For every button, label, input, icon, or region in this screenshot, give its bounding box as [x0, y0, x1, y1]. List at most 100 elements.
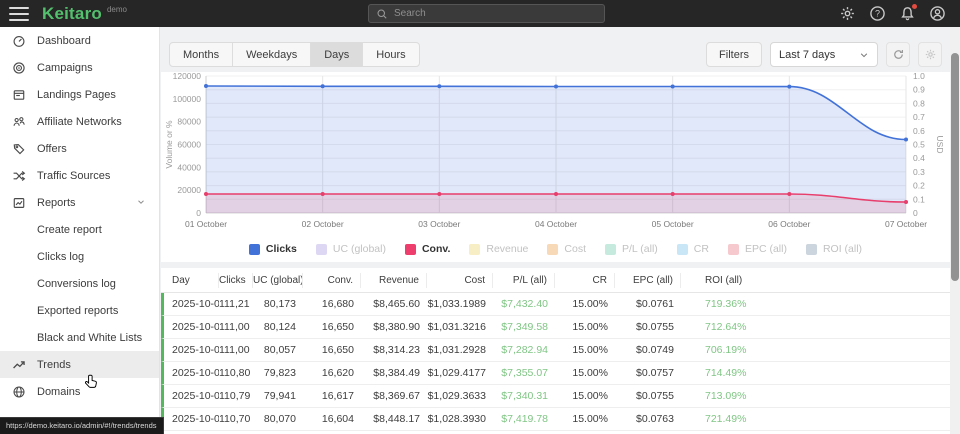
column-header-p-l-all-[interactable]: P/L (all) — [493, 273, 555, 288]
sidebar-item-trends[interactable]: Trends — [0, 351, 159, 378]
trends-table-card: DayClicksUC (global)Conv.RevenueCostP/L … — [161, 268, 950, 434]
filters-button[interactable]: Filters — [706, 42, 762, 67]
cell-day: 2025-10-04 — [164, 367, 219, 379]
sidebar-item-offers[interactable]: Offers — [0, 135, 159, 162]
cell-conv-: 16,604 — [303, 413, 361, 425]
legend-swatch — [249, 244, 260, 255]
help-button[interactable]: ? — [869, 5, 886, 22]
column-header-epc-all-[interactable]: EPC (all) — [615, 273, 681, 288]
cell-cr: 15.00% — [555, 390, 615, 402]
sidebar-item-domains[interactable]: Domains — [0, 378, 159, 405]
page-scrollbar[interactable] — [950, 27, 960, 434]
legend-item-clicks[interactable]: Clicks — [249, 243, 297, 255]
legend-swatch — [405, 244, 416, 255]
column-header-clicks[interactable]: Clicks — [219, 273, 253, 288]
chevron-down-icon — [136, 197, 146, 207]
svg-text:0.2: 0.2 — [913, 181, 925, 191]
app-window: Keitaro demo ? DashboardCampaignsLanding… — [0, 0, 960, 434]
svg-text:20000: 20000 — [177, 185, 201, 195]
column-header-revenue[interactable]: Revenue — [361, 273, 427, 288]
date-range-select[interactable]: Last 7 days — [770, 42, 878, 67]
sidebar-item-label: Clicks log — [37, 251, 84, 263]
legend-label: Clicks — [266, 243, 297, 255]
sidebar-item-affiliate-networks[interactable]: Affiliate Networks — [0, 108, 159, 135]
table-row[interactable]: 2025-10-04110,8079,82316,620$8,384.49$1,… — [161, 362, 950, 385]
sidebar-item-conversions-log[interactable]: Conversions log — [0, 270, 159, 297]
scrollbar-thumb[interactable] — [951, 53, 959, 281]
sidebar-item-reports[interactable]: Reports — [0, 189, 159, 216]
sidebar-item-clicks-log[interactable]: Clicks log — [0, 243, 159, 270]
column-header-day[interactable]: Day — [164, 273, 219, 288]
chevron-down-icon — [859, 50, 869, 60]
sidebar-item-black-and-white-lists[interactable]: Black and White Lists — [0, 324, 159, 351]
svg-text:0.8: 0.8 — [913, 98, 925, 108]
column-header-uc-global-[interactable]: UC (global) — [253, 273, 303, 288]
legend-item-conv-[interactable]: Conv. — [405, 243, 450, 255]
sidebar-item-label: Domains — [37, 386, 80, 398]
cell-cr: 15.00% — [555, 413, 615, 425]
cell-clicks: 111,00 — [219, 344, 253, 356]
legend-label: EPC (all) — [745, 243, 787, 255]
table-row[interactable]: 2025-10-06110,7080,07016,604$8,448.17$1,… — [161, 408, 950, 431]
column-header-conv-[interactable]: Conv. — [303, 273, 361, 288]
global-search[interactable] — [368, 4, 605, 23]
refresh-button[interactable] — [886, 42, 910, 67]
toolbar: MonthsWeekdaysDaysHours Filters Last 7 d… — [169, 42, 942, 67]
legend-label: Conv. — [422, 243, 450, 255]
legend-swatch — [806, 244, 817, 255]
tab-months[interactable]: Months — [170, 43, 233, 66]
table-row[interactable]: 2025-10-02111,0080,12416,650$8,380.90$1,… — [161, 316, 950, 339]
cell-clicks: 111,00 — [219, 321, 253, 333]
svg-text:02 October: 02 October — [302, 219, 344, 229]
search-input[interactable] — [394, 8, 584, 19]
cell-cr: 15.00% — [555, 344, 615, 356]
legend-item-p-l-all-[interactable]: P/L (all) — [605, 243, 658, 255]
cell-conv-: 16,650 — [303, 344, 361, 356]
top-bar: Keitaro demo ? — [0, 0, 960, 27]
svg-text:05 October: 05 October — [652, 219, 694, 229]
chart-settings-button[interactable] — [918, 42, 942, 67]
cell-clicks: 110,79 — [219, 390, 253, 402]
chart-legend: Clicks UC (global) Conv. Revenue Cost P/L (al… — [161, 243, 950, 255]
sidebar-item-label: Black and White Lists — [37, 332, 142, 344]
tab-weekdays[interactable]: Weekdays — [233, 43, 311, 66]
cell-roi-all-: 713.09% — [681, 390, 950, 402]
column-header-cost[interactable]: Cost — [427, 273, 493, 288]
hamburger-menu-icon[interactable] — [9, 7, 29, 21]
legend-label: Revenue — [486, 243, 528, 255]
sidebar-item-traffic-sources[interactable]: Traffic Sources — [0, 162, 159, 189]
tab-days[interactable]: Days — [311, 43, 363, 66]
table-row[interactable]: 2025-10-03111,0080,05716,650$8,314.23$1,… — [161, 339, 950, 362]
sidebar-item-campaigns[interactable]: Campaigns — [0, 54, 159, 81]
legend-item-uc-global-[interactable]: UC (global) — [316, 243, 386, 255]
legend-item-cost[interactable]: Cost — [547, 243, 586, 255]
sidebar-item-label: Reports — [37, 197, 76, 209]
cell-conv-: 16,617 — [303, 390, 361, 402]
column-header-cr[interactable]: CR — [555, 273, 615, 288]
legend-item-epc-all-[interactable]: EPC (all) — [728, 243, 787, 255]
svg-text:03 October: 03 October — [418, 219, 460, 229]
settings-button[interactable] — [839, 5, 856, 22]
legend-item-revenue[interactable]: Revenue — [469, 243, 528, 255]
account-button[interactable] — [929, 5, 946, 22]
legend-swatch — [547, 244, 558, 255]
sidebar-item-create-report[interactable]: Create report — [0, 216, 159, 243]
cell-day: 2025-10-02 — [164, 321, 219, 333]
svg-text:USD: USD — [935, 136, 945, 154]
column-header-roi-all-[interactable]: ROI (all) — [681, 273, 950, 288]
trends-line-chart[interactable]: 02000040000600008000010000012000000.10.2… — [161, 72, 950, 240]
sidebar-item-landings-pages[interactable]: Landings Pages — [0, 81, 159, 108]
legend-item-roi-all-[interactable]: ROI (all) — [806, 243, 862, 255]
sidebar: DashboardCampaignsLandings PagesAffiliat… — [0, 27, 160, 434]
cell-uc-global-: 80,057 — [253, 344, 303, 356]
sidebar-item-exported-reports[interactable]: Exported reports — [0, 297, 159, 324]
table-row[interactable]: 2025-10-05110,7979,94116,617$8,369.67$1,… — [161, 385, 950, 408]
svg-text:04 October: 04 October — [535, 219, 577, 229]
sidebar-item-dashboard[interactable]: Dashboard — [0, 27, 159, 54]
svg-text:1.0: 1.0 — [913, 72, 925, 81]
notifications-button[interactable] — [899, 5, 916, 22]
legend-item-cr[interactable]: CR — [677, 243, 709, 255]
tab-hours[interactable]: Hours — [363, 43, 418, 66]
cell-conv-: 16,620 — [303, 367, 361, 379]
table-row[interactable]: 2025-10-01111,2180,17316,680$8,465.60$1,… — [161, 293, 950, 316]
